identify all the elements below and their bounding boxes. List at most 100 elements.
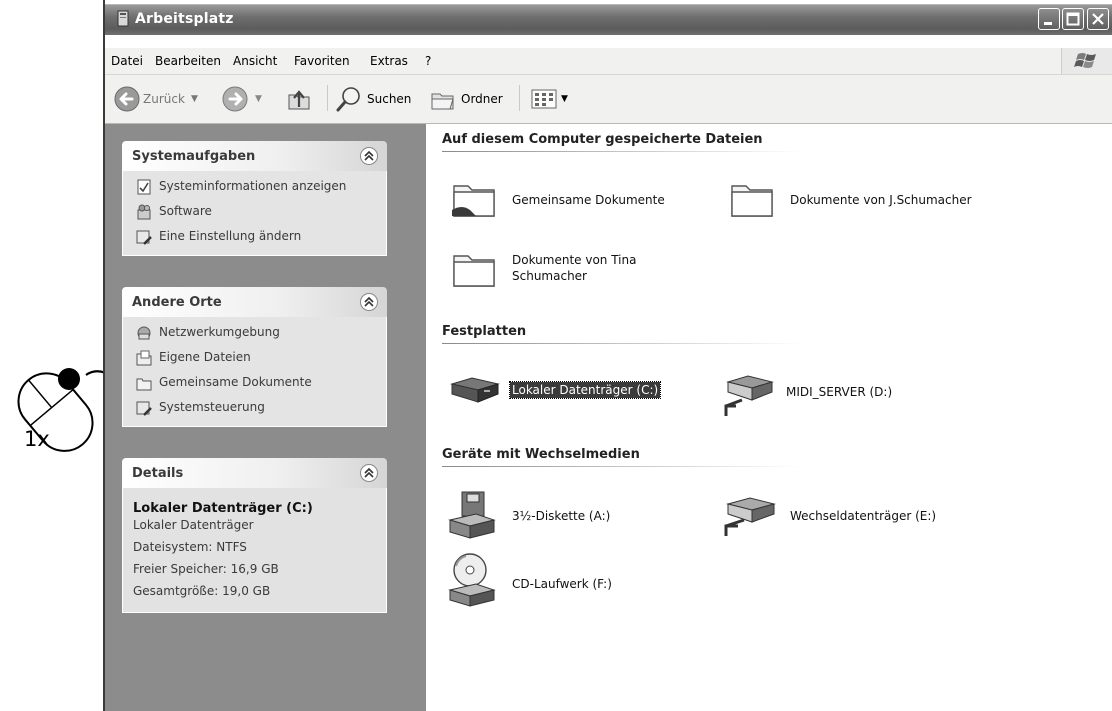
toolbar: Zurück ▼ ▼ Suchen Ordner ▼: [105, 75, 1112, 124]
group-title-drives: Festplatten: [442, 324, 527, 339]
search-icon: [336, 87, 360, 112]
details-type: Lokaler Datenträger: [133, 518, 254, 532]
group-title-files: Auf diesem Computer gespeicherte Dateien: [442, 132, 763, 147]
place-my-documents[interactable]: Eigene Dateien: [123, 345, 386, 370]
hard-drive-icon: [450, 377, 500, 403]
details-free-space: Freier Speicher: 16,9 GB: [133, 562, 279, 576]
place-label: Eigene Dateien: [159, 350, 251, 364]
details-filesystem: Dateisystem: NTFS: [133, 540, 247, 554]
menu-datei[interactable]: Datei: [111, 54, 143, 68]
task-system-info[interactable]: Systeminformationen anzeigen: [123, 174, 386, 199]
other-places-body: Netzwerkumgebung Eigene Dateien Gemeinsa…: [122, 317, 387, 427]
views-dropdown-icon: ▼: [561, 94, 568, 104]
click-count-label: 1x: [24, 427, 50, 451]
control-panel-icon: [136, 401, 152, 416]
title-bar[interactable]: Arbeitsplatz: [105, 4, 1112, 35]
system-tasks-header[interactable]: Systemaufgaben: [122, 141, 387, 171]
network-drive-icon: [724, 375, 774, 416]
folders-label: Ordner: [461, 92, 503, 106]
search-button[interactable]: Suchen: [335, 85, 419, 113]
views-icon: [531, 89, 557, 109]
up-folder-button[interactable]: [285, 85, 315, 113]
task-software[interactable]: Software: [123, 199, 386, 224]
back-button[interactable]: Zurück ▼: [113, 85, 201, 113]
item-drive-c[interactable]: Lokaler Datenträger (C:): [446, 372, 706, 432]
menu-extras[interactable]: Extras: [370, 54, 408, 68]
place-label: Netzwerkumgebung: [159, 325, 280, 339]
floppy-drive-icon: [448, 491, 496, 539]
close-button[interactable]: [1087, 8, 1109, 30]
other-places-header[interactable]: Andere Orte: [122, 287, 387, 317]
system-tasks-panel: Systemaufgaben Systeminformationen anzei…: [122, 141, 387, 256]
back-dropdown-icon[interactable]: ▼: [191, 94, 198, 104]
menu-ansicht[interactable]: Ansicht: [233, 54, 277, 68]
shared-folder-icon: [452, 185, 495, 217]
item-label: Wechseldatenträger (E:): [790, 509, 937, 523]
item-removable-e[interactable]: Wechseldatenträger (E:): [720, 490, 980, 550]
menu-help[interactable]: ?: [425, 54, 431, 68]
item-label: 3½-Diskette (A:): [512, 509, 611, 523]
task-pane: Systemaufgaben Systeminformationen anzei…: [105, 124, 426, 711]
forward-dropdown-icon[interactable]: ▼: [255, 94, 262, 104]
content-area: Auf diesem Computer gespeicherte Dateien…: [426, 124, 1112, 711]
views-button[interactable]: ▼: [529, 85, 573, 113]
details-header[interactable]: Details: [122, 458, 387, 488]
place-network[interactable]: Netzwerkumgebung: [123, 320, 386, 345]
back-arrow-icon: [114, 86, 140, 112]
task-change-setting[interactable]: Eine Einstellung ändern: [123, 224, 386, 249]
my-documents-icon: [136, 350, 152, 366]
item-label-selected: Lokaler Datenträger (C:): [508, 381, 662, 399]
folder-icon: [136, 378, 152, 391]
maximize-button[interactable]: [1062, 8, 1084, 30]
forward-button[interactable]: ▼: [221, 85, 262, 113]
item-shared-documents[interactable]: Gemeinsame Dokumente: [450, 176, 710, 236]
task-label: Systeminformationen anzeigen: [159, 179, 347, 193]
folders-button[interactable]: Ordner: [429, 85, 511, 113]
task-label: Software: [159, 204, 212, 218]
network-icon: [137, 326, 151, 340]
details-panel: Details Lokaler Datenträger (C:) Lokaler…: [122, 458, 387, 613]
back-label: Zurück: [143, 92, 185, 106]
collapse-icon[interactable]: [359, 292, 379, 312]
other-places-panel: Andere Orte Netzwerkumgebung Eigene Date…: [122, 287, 387, 427]
item-label: Schumacher: [512, 269, 587, 283]
removable-drive-icon: [724, 497, 776, 536]
forward-arrow-icon: [222, 86, 248, 112]
menu-bearbeiten[interactable]: Bearbeiten: [155, 54, 221, 68]
item-documents-jschumacher[interactable]: Dokumente von J.Schumacher: [728, 176, 1008, 236]
system-tasks-title: Systemaufgaben: [132, 149, 256, 164]
item-label: CD-Laufwerk (F:): [512, 577, 612, 591]
item-cd-f[interactable]: CD-Laufwerk (F:): [446, 552, 706, 612]
menu-favoriten[interactable]: Favoriten: [294, 54, 350, 68]
system-tasks-body: Systeminformationen anzeigen Software Ei…: [122, 171, 387, 256]
toolbar-separator: [327, 85, 328, 111]
system-info-icon: [137, 179, 151, 195]
other-places-title: Andere Orte: [132, 295, 222, 310]
cd-drive-icon: [448, 553, 496, 607]
group-title-removable: Geräte mit Wechselmedien: [442, 447, 640, 462]
computer-icon: [117, 10, 129, 27]
left-button-indicator: [58, 368, 80, 390]
place-label: Systemsteuerung: [159, 400, 265, 414]
item-floppy-a[interactable]: 3½-Diskette (A:): [446, 490, 706, 550]
maximize-icon: [1066, 12, 1080, 26]
place-control-panel[interactable]: Systemsteuerung: [123, 395, 386, 420]
folder-up-icon: [288, 90, 310, 110]
item-documents-tina[interactable]: Dokumente von Tina Schumacher: [450, 246, 710, 306]
collapse-icon[interactable]: [359, 146, 379, 166]
details-total-size: Gesamtgröße: 19,0 GB: [133, 584, 271, 598]
details-title: Details: [132, 466, 184, 481]
group-divider: [442, 343, 802, 344]
place-shared-documents[interactable]: Gemeinsame Dokumente: [123, 370, 386, 395]
toolbar-separator: [519, 85, 520, 111]
group-divider: [442, 466, 802, 467]
windows-logo: [1061, 48, 1112, 74]
item-drive-d[interactable]: MIDI_SERVER (D:): [720, 372, 980, 432]
folders-icon: [431, 93, 454, 110]
software-icon: [137, 204, 151, 220]
explorer-window: Arbeitsplatz Datei Bearbeiten Ansicht Fa…: [103, 0, 1112, 711]
minimize-button[interactable]: [1038, 8, 1060, 30]
item-label: MIDI_SERVER (D:): [786, 385, 893, 399]
collapse-icon[interactable]: [359, 463, 379, 483]
menu-bar: Datei Bearbeiten Ansicht Favoriten Extra…: [105, 48, 1112, 75]
